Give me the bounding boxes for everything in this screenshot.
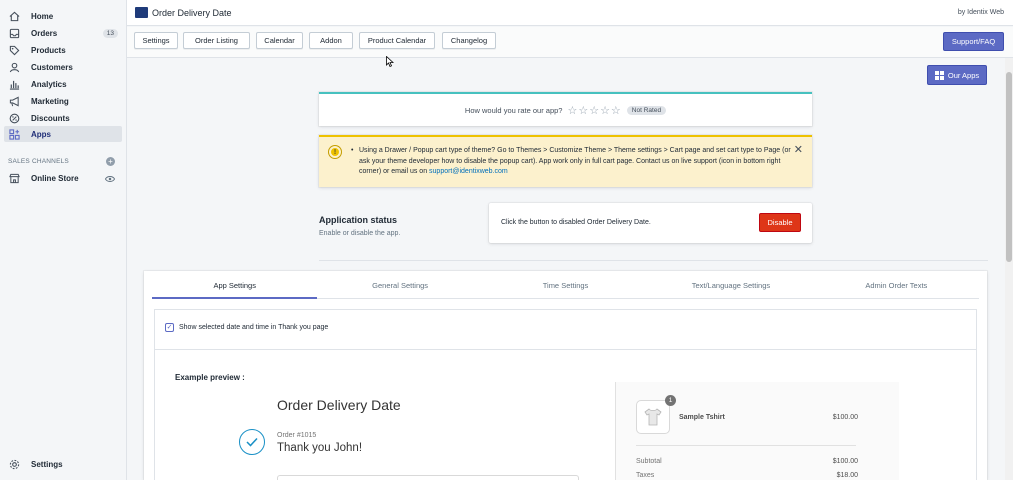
checkmark-icon <box>239 429 265 455</box>
sidebar-item-discounts[interactable]: Discounts <box>4 110 122 126</box>
support-email-link[interactable]: support@identixweb.com <box>429 168 508 175</box>
sidebar-item-label: Home <box>31 11 54 21</box>
example-preview-label: Example preview : <box>175 373 245 382</box>
sidebar-item-marketing[interactable]: Marketing <box>4 93 122 109</box>
checkbox-label: Show selected date and time in Thank you… <box>179 324 329 331</box>
developer-credit: by Identix Web <box>957 9 1004 16</box>
bar-chart-icon <box>8 78 20 90</box>
order-listing-button[interactable]: Order Listing <box>183 32 250 49</box>
thank-you-heading: Thank you John! <box>277 442 363 454</box>
subtotal-value: $100.00 <box>832 458 858 465</box>
add-sales-channel-icon[interactable]: + <box>106 157 115 166</box>
sidebar-item-products[interactable]: Products <box>4 42 122 58</box>
app-header: Order Delivery Date by Identix Web <box>127 0 1013 26</box>
megaphone-icon <box>8 95 20 107</box>
preview-title: Order Delivery Date <box>277 397 401 413</box>
sidebar: Home Orders 13 Products Customers Analyt… <box>0 0 127 480</box>
home-icon <box>8 10 20 22</box>
support-faq-button[interactable]: Support/FAQ <box>943 32 1004 51</box>
app-title: Order Delivery Date <box>152 8 232 18</box>
sidebar-item-label: Marketing <box>31 96 69 106</box>
sidebar-item-label: Settings <box>31 459 63 469</box>
warning-message: Using a Drawer / Popup cart type of them… <box>351 146 793 178</box>
sidebar-item-label: Customers <box>31 62 73 72</box>
taxes-value: $18.00 <box>836 472 858 479</box>
sidebar-item-label: Discounts <box>31 113 70 123</box>
settings-card: App Settings General Settings Time Setti… <box>144 271 987 480</box>
scrollbar-thumb[interactable] <box>1006 72 1012 262</box>
our-apps-label: Our Apps <box>947 70 980 80</box>
apps-icon <box>8 128 20 140</box>
app-logo-icon <box>135 7 148 18</box>
sidebar-item-home[interactable]: Home <box>4 8 122 24</box>
store-icon <box>8 172 20 184</box>
changelog-button[interactable]: Changelog <box>442 32 496 49</box>
section-divider <box>319 260 988 261</box>
sales-channels-heading: SALES CHANNELS <box>8 158 69 165</box>
orders-count-badge: 13 <box>102 28 118 38</box>
app-status-message: Click the button to disabled Order Deliv… <box>501 219 651 226</box>
sidebar-item-analytics[interactable]: Analytics <box>4 76 122 92</box>
person-icon <box>8 61 20 73</box>
sidebar-item-label: Apps <box>31 129 51 139</box>
mouse-cursor-icon <box>386 55 395 69</box>
order-summary-panel: 1 Sample Tshirt $100.00 Subtotal $100.00… <box>615 382 899 480</box>
sidebar-item-label: Products <box>31 45 66 55</box>
summary-divider <box>636 445 856 446</box>
tag-icon <box>8 44 20 56</box>
tab-text-language-settings[interactable]: Text/Language Settings <box>648 271 813 298</box>
preview-content-box <box>277 475 579 480</box>
disable-button[interactable]: Disable <box>759 213 801 232</box>
taxes-label: Taxes <box>636 472 655 479</box>
show-date-checkbox[interactable]: ✓ <box>165 323 174 332</box>
discount-icon <box>8 112 20 124</box>
thank-you-page-option: ✓ Show selected date and time in Thank y… <box>165 323 328 332</box>
sidebar-item-label: Online Store <box>31 173 79 183</box>
sidebar-item-settings[interactable]: Settings <box>4 456 122 472</box>
panel-divider <box>155 349 976 350</box>
sidebar-item-label: Analytics <box>31 79 67 89</box>
our-apps-button[interactable]: Our Apps <box>927 65 987 85</box>
apps-grid-icon <box>934 70 944 80</box>
star-rating-icons[interactable]: ☆☆☆☆☆ <box>567 104 621 117</box>
warning-banner: ! Using a Drawer / Popup cart type of th… <box>319 135 812 187</box>
subtotal-label: Subtotal <box>636 458 662 465</box>
sidebar-item-apps[interactable]: Apps <box>4 126 122 142</box>
app-settings-panel: ✓ Show selected date and time in Thank y… <box>154 309 977 480</box>
rating-question: How would you rate our app? <box>464 105 563 115</box>
tab-admin-order-texts[interactable]: Admin Order Texts <box>814 271 979 298</box>
product-price: $100.00 <box>832 414 858 421</box>
rating-status-badge: Not Rated <box>626 105 667 115</box>
settings-tabs: App Settings General Settings Time Setti… <box>152 271 979 299</box>
settings-button[interactable]: Settings <box>134 32 178 49</box>
sidebar-item-orders[interactable]: Orders 13 <box>4 25 122 41</box>
app-toolbar: Settings Order Listing Calendar Addon Pr… <box>127 27 1013 58</box>
close-icon[interactable]: ✕ <box>794 143 803 156</box>
quantity-badge: 1 <box>665 395 676 406</box>
eye-icon[interactable] <box>104 175 116 185</box>
sidebar-item-label: Orders <box>31 28 58 38</box>
sidebar-item-customers[interactable]: Customers <box>4 59 122 75</box>
app-status-title: Application status <box>319 215 398 225</box>
app-status-card: Click the button to disabled Order Deliv… <box>489 203 812 243</box>
rating-banner: How would you rate our app? ☆☆☆☆☆ Not Ra… <box>319 92 812 126</box>
addon-button[interactable]: Addon <box>309 32 353 49</box>
gear-icon <box>8 458 20 470</box>
warning-text: Using a Drawer / Popup cart type of them… <box>359 147 791 175</box>
tab-app-settings[interactable]: App Settings <box>152 271 318 299</box>
warning-icon: ! <box>329 146 341 158</box>
product-name: Sample Tshirt <box>679 414 725 421</box>
orders-icon <box>8 27 20 39</box>
tab-time-settings[interactable]: Time Settings <box>483 271 648 298</box>
app-status-subtitle: Enable or disable the app. <box>319 230 401 237</box>
product-calendar-button[interactable]: Product Calendar <box>359 32 435 49</box>
tshirt-icon <box>636 400 670 434</box>
calendar-button[interactable]: Calendar <box>256 32 303 49</box>
tab-general-settings[interactable]: General Settings <box>317 271 482 298</box>
order-number: Order #1015 <box>277 432 317 439</box>
